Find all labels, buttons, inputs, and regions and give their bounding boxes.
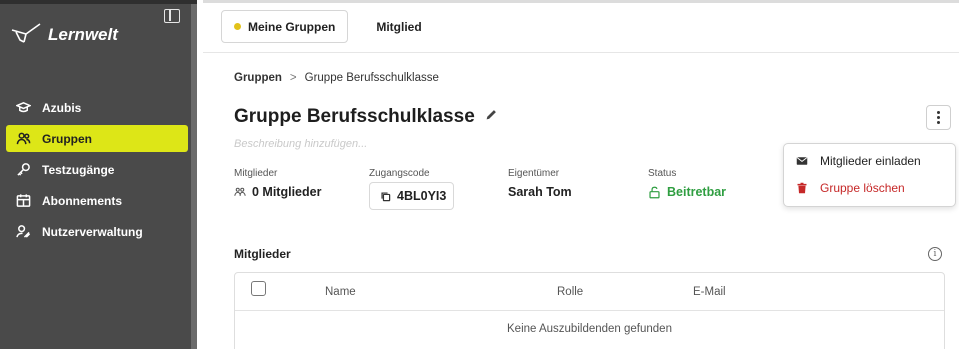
trash-icon bbox=[797, 182, 807, 194]
users-icon bbox=[14, 131, 32, 147]
select-all-checkbox[interactable] bbox=[251, 281, 266, 296]
options-menu: Mitglieder einladen Gruppe löschen bbox=[783, 143, 956, 207]
access-code-value: 4BL0YI3 bbox=[397, 189, 447, 203]
empty-state-message: Keine Auszubildenden gefunden bbox=[507, 323, 672, 335]
brand[interactable]: Lernwelt bbox=[10, 20, 118, 49]
menu-item-label: Mitglieder einladen bbox=[820, 154, 921, 168]
column-header-rolle[interactable]: Rolle bbox=[557, 286, 583, 298]
column-header-name[interactable]: Name bbox=[325, 286, 356, 298]
calendar-icon bbox=[14, 193, 32, 209]
kebab-dot-icon bbox=[937, 121, 940, 124]
sidebar-item-gruppen[interactable]: Gruppen bbox=[6, 125, 188, 152]
unlock-icon bbox=[649, 186, 660, 198]
menu-item-invite-members[interactable]: Mitglieder einladen bbox=[796, 154, 921, 168]
tab-mitglied[interactable]: Mitglied bbox=[368, 10, 429, 43]
tab-meine-gruppen[interactable]: Meine Gruppen bbox=[221, 10, 349, 43]
sidebar-top-edge bbox=[0, 0, 197, 4]
table-header: Name Rolle E-Mail bbox=[235, 273, 944, 311]
access-code-copy[interactable]: 4BL0YI3 bbox=[369, 182, 454, 210]
sidebar-item-label: Azubis bbox=[42, 100, 82, 115]
tab-bar: Meine Gruppen Mitglied bbox=[221, 10, 430, 43]
sidebar-item-label: Gruppen bbox=[42, 131, 92, 146]
members-table: Name Rolle E-Mail Keine Auszubildenden g… bbox=[234, 272, 945, 349]
column-header-email[interactable]: E-Mail bbox=[693, 286, 726, 298]
sidebar-nav: Azubis Gruppen Testzugänge Abonnements N… bbox=[0, 94, 197, 249]
members-section-title: Mitglieder bbox=[234, 247, 291, 261]
copy-icon bbox=[381, 191, 391, 201]
tab-label: Meine Gruppen bbox=[248, 19, 336, 34]
sidebar-toggle-icon[interactable] bbox=[164, 9, 180, 23]
sidebar-item-abonnements[interactable]: Abonnements bbox=[6, 187, 188, 214]
title-row: Gruppe Berufsschulklasse bbox=[234, 106, 498, 128]
status-text: Beitretbar bbox=[667, 185, 727, 199]
breadcrumb-current: Gruppe Berufsschulklasse bbox=[304, 72, 439, 84]
active-tab-dot-icon bbox=[234, 23, 241, 30]
tab-label: Mitglied bbox=[376, 19, 422, 34]
more-options-button[interactable] bbox=[926, 105, 951, 130]
members-value: 0 Mitglieder bbox=[234, 185, 321, 199]
sidebar-item-label: Abonnements bbox=[42, 193, 123, 208]
status-value: Beitretbar bbox=[648, 185, 726, 199]
members-count: 0 Mitglieder bbox=[252, 185, 322, 199]
access-code-label: Zugangscode bbox=[369, 168, 430, 179]
sidebar: Lernwelt Azubis Gruppen Testzugänge Abon… bbox=[0, 0, 197, 349]
menu-item-delete-group[interactable]: Gruppe löschen bbox=[796, 181, 905, 195]
sidebar-item-label: Testzugänge bbox=[42, 162, 115, 177]
info-icon[interactable]: i bbox=[928, 247, 942, 261]
divider bbox=[203, 52, 959, 53]
user-cog-icon bbox=[14, 224, 32, 240]
brand-name: Lernwelt bbox=[48, 24, 118, 44]
top-edge bbox=[203, 0, 959, 3]
sidebar-item-azubis[interactable]: Azubis bbox=[6, 94, 188, 121]
sidebar-item-label: Nutzerverwaltung bbox=[42, 224, 143, 239]
envelope-icon bbox=[796, 157, 808, 165]
kebab-dot-icon bbox=[937, 111, 940, 114]
page-title: Gruppe Berufsschulklasse bbox=[234, 106, 475, 127]
kebab-dot-icon bbox=[937, 116, 940, 119]
menu-item-label: Gruppe löschen bbox=[820, 181, 905, 195]
sidebar-item-testzugaenge[interactable]: Testzugänge bbox=[6, 156, 188, 183]
owner-value: Sarah Tom bbox=[508, 185, 572, 199]
owner-label: Eigentümer bbox=[508, 168, 560, 179]
description-field[interactable]: Beschreibung hinzufügen... bbox=[234, 138, 367, 150]
members-icon bbox=[234, 187, 246, 196]
breadcrumb-root-link[interactable]: Gruppen bbox=[234, 72, 282, 84]
breadcrumb: Gruppen > Gruppe Berufsschulklasse bbox=[234, 72, 439, 84]
members-label: Mitglieder bbox=[234, 168, 278, 179]
sidebar-item-nutzerverwaltung[interactable]: Nutzerverwaltung bbox=[6, 218, 188, 245]
status-label: Status bbox=[648, 168, 677, 179]
graduation-cap-icon bbox=[14, 100, 32, 116]
breadcrumb-separator: > bbox=[289, 72, 297, 84]
key-icon bbox=[14, 162, 32, 178]
pencil-icon[interactable] bbox=[485, 108, 498, 126]
lernwelt-logo-icon bbox=[10, 20, 42, 49]
